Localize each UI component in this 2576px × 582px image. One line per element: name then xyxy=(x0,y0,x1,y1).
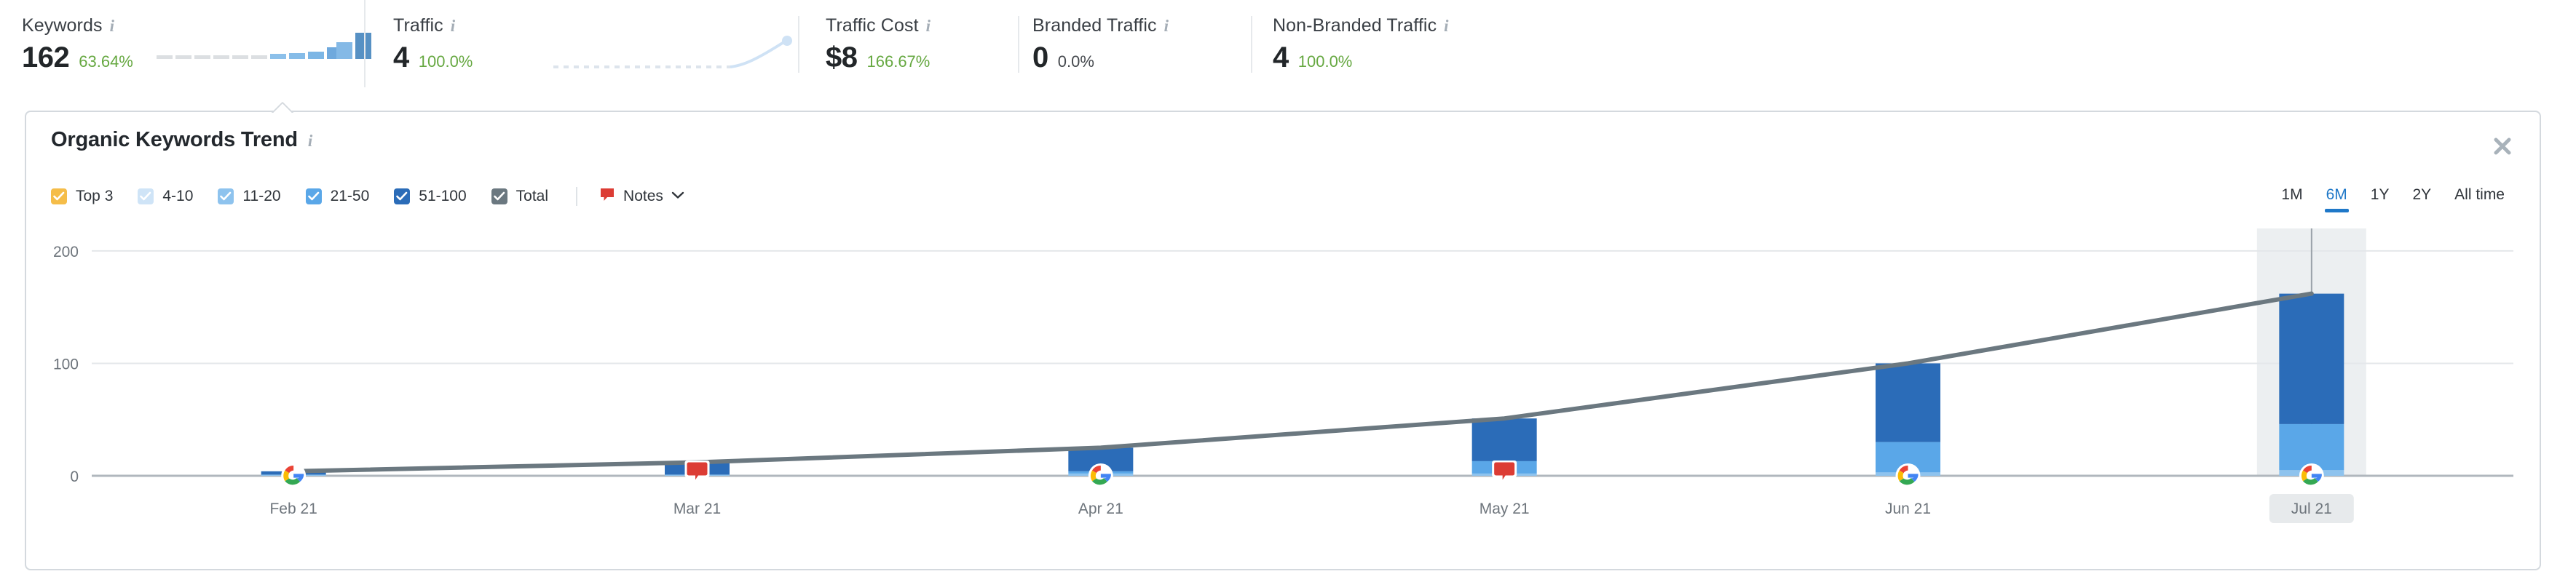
metric-value: 162 xyxy=(22,41,70,73)
chevron-down-icon xyxy=(671,190,684,203)
info-icon[interactable]: i xyxy=(451,17,462,34)
legend-label: 51-100 xyxy=(419,188,467,204)
metric-divider xyxy=(1251,16,1252,73)
metric-header: Branded Traffic i xyxy=(1032,15,1176,36)
info-icon[interactable]: i xyxy=(926,17,938,34)
metric-title: Branded Traffic xyxy=(1032,15,1157,36)
metric-card-traffic-cost[interactable]: Traffic Cost i $8 166.67% xyxy=(826,15,938,74)
x-axis-tick-label: Feb 21 xyxy=(269,501,317,517)
google-icon xyxy=(1895,463,1921,488)
checkbox-51-100[interactable] xyxy=(394,188,411,204)
metric-delta: 100.0% xyxy=(418,52,473,71)
x-axis-tick-label: May 21 xyxy=(1479,501,1530,517)
range-all-time[interactable]: All time xyxy=(2443,183,2516,212)
note-pin-icon xyxy=(599,187,615,207)
panel-caret xyxy=(269,101,295,113)
close-icon[interactable] xyxy=(2490,134,2515,159)
sparkline-traffic xyxy=(553,29,794,73)
checkbox-21-50[interactable] xyxy=(305,188,322,204)
metric-delta: 100.0% xyxy=(1297,52,1353,71)
notes-label: Notes xyxy=(623,188,663,204)
metric-value: 4 xyxy=(1273,41,1289,73)
notes-dropdown[interactable]: Notes xyxy=(599,187,684,207)
legend-item-total[interactable]: Total xyxy=(491,188,548,205)
legend-divider xyxy=(576,187,578,206)
x-axis-tick-label: Apr 21 xyxy=(1078,501,1123,517)
metric-card-non-branded-traffic[interactable]: Non-Branded Traffic i 4 100.0% xyxy=(1273,15,1455,74)
legend-label: Total xyxy=(515,188,549,204)
metric-title: Traffic Cost xyxy=(826,15,919,36)
metric-delta: 63.64% xyxy=(79,52,133,71)
metric-title: Non-Branded Traffic xyxy=(1273,15,1437,36)
range-1y[interactable]: 1Y xyxy=(2359,183,2401,212)
legend-item-4-10[interactable]: 4-10 xyxy=(138,188,193,205)
organic-keywords-trend-panel: Organic Keywords Trend i Top 3 4-10 11-2… xyxy=(25,111,2541,570)
metric-title: Traffic xyxy=(393,15,443,36)
time-range-selector: 1M 6M 1Y 2Y All time xyxy=(2269,183,2516,212)
chart-legend: Top 3 4-10 11-20 21-50 51-100 Total Note… xyxy=(51,183,2515,210)
info-icon[interactable]: i xyxy=(110,17,122,34)
panel-header: Organic Keywords Trend i xyxy=(26,112,2540,167)
info-icon[interactable]: i xyxy=(1444,17,1455,34)
metric-value-row: 0 0.0% xyxy=(1032,41,1176,74)
bar-segment xyxy=(2279,293,2344,424)
metric-value: $8 xyxy=(826,41,858,73)
note-pin-icon xyxy=(1492,461,1517,482)
checkbox-11-20[interactable] xyxy=(218,188,234,204)
legend-label: Top 3 xyxy=(76,188,114,204)
google-icon xyxy=(1088,463,1113,488)
info-icon[interactable]: i xyxy=(308,132,320,149)
metric-divider xyxy=(1018,16,1019,73)
legend-label: 4-10 xyxy=(162,188,194,204)
info-icon[interactable]: i xyxy=(1164,17,1176,34)
metric-header: Traffic Cost i xyxy=(826,15,938,36)
metric-header: Non-Branded Traffic i xyxy=(1273,15,1455,36)
x-axis-tick-label: Jun 21 xyxy=(1885,501,1931,517)
y-axis-tick-label: 100 xyxy=(53,356,79,372)
legend-item-51-100[interactable]: 51-100 xyxy=(394,188,467,205)
total-trend-line xyxy=(291,291,2314,474)
metric-value-row: 4 100.0% xyxy=(1273,41,1455,74)
checkbox-top-3[interactable] xyxy=(51,188,67,204)
page-title: Organic Keywords Trend xyxy=(51,128,298,151)
x-axis-tick-label: Mar 21 xyxy=(673,501,721,517)
checkbox-4-10[interactable] xyxy=(138,188,154,204)
panel-title-row: Organic Keywords Trend i xyxy=(51,128,320,152)
legend-label: 21-50 xyxy=(330,188,370,204)
y-axis-tick-label: 200 xyxy=(53,244,79,260)
y-axis-tick-label: 0 xyxy=(70,469,79,485)
note-pin-icon xyxy=(684,461,710,482)
metric-card-keywords[interactable]: Keywords i 162 63.64% xyxy=(0,0,371,87)
google-icon xyxy=(2299,463,2324,488)
metric-value: 4 xyxy=(393,41,409,73)
metric-divider xyxy=(798,16,799,73)
metric-value: 0 xyxy=(1032,41,1048,73)
chart-canvas[interactable]: 0 100 200 Feb 21 Mar 21 Apr 21 May 21 Jun 21 Jul… xyxy=(26,221,2543,570)
metric-card-branded-traffic[interactable]: Branded Traffic i 0 0.0% xyxy=(1032,15,1176,74)
metric-value-row: 4 100.0% xyxy=(393,41,530,74)
metric-header: Traffic i xyxy=(393,15,530,36)
bar-group xyxy=(1876,363,1940,476)
metric-value-row: $8 166.67% xyxy=(826,41,938,74)
legend-item-top-3[interactable]: Top 3 xyxy=(51,188,113,205)
checkbox-total[interactable] xyxy=(491,188,507,204)
metric-card-traffic[interactable]: Traffic i 4 100.0% xyxy=(364,0,558,87)
organic-research-overview: Keywords i 162 63.64% Traffic i 4 100.0%… xyxy=(0,0,2576,582)
bar-segment xyxy=(1876,363,1940,442)
metric-delta: 0.0% xyxy=(1057,52,1094,71)
legend-item-21-50[interactable]: 21-50 xyxy=(305,188,370,205)
legend-label: 11-20 xyxy=(242,188,281,204)
sparkline-keywords xyxy=(157,28,364,68)
google-icon xyxy=(281,463,307,488)
x-axis-tick-label: Jul 21 xyxy=(2291,501,2332,517)
metric-title: Keywords xyxy=(22,15,103,36)
bar-segment xyxy=(1471,418,1537,461)
bar-group xyxy=(2279,293,2344,476)
range-1m[interactable]: 1M xyxy=(2269,183,2314,212)
legend-item-11-20[interactable]: 11-20 xyxy=(218,188,281,205)
metric-delta: 166.67% xyxy=(866,52,931,71)
range-6m[interactable]: 6M xyxy=(2315,183,2359,212)
bar-segment xyxy=(2279,423,2344,471)
range-2y[interactable]: 2Y xyxy=(2401,183,2443,212)
